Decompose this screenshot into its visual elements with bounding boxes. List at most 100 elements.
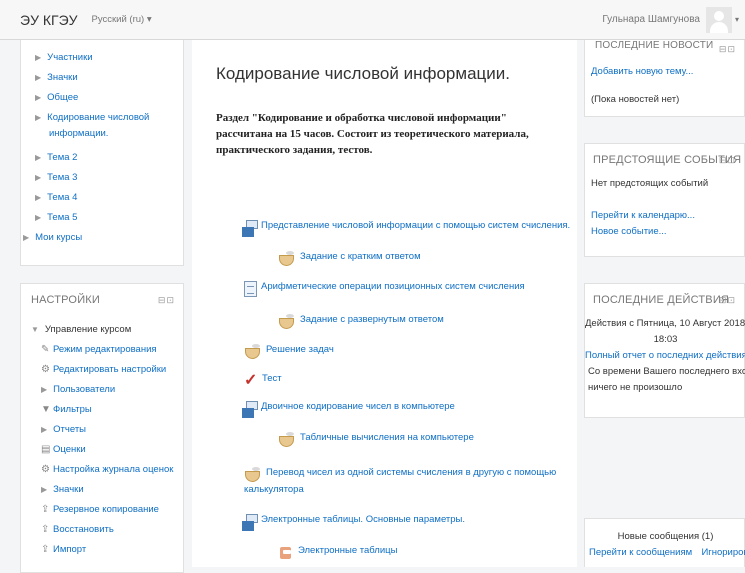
events-empty: Нет предстоящих событий bbox=[591, 178, 709, 189]
settings-edit-mode[interactable]: ✎ Режим редактирования bbox=[41, 344, 157, 355]
arrow-right-icon: ▶ bbox=[41, 425, 48, 434]
dock-icon[interactable]: ⊟⊡ bbox=[719, 155, 736, 166]
add-news-link[interactable]: Добавить новую тему... bbox=[591, 66, 693, 77]
arrow-right-icon: ▶ bbox=[41, 485, 48, 494]
sheet-icon bbox=[278, 545, 294, 561]
arrow-right-icon: ▶ bbox=[35, 73, 42, 82]
dock-icon[interactable]: ⊟⊡ bbox=[158, 295, 175, 306]
lesson-icon bbox=[244, 344, 262, 359]
activity-time: 18:03 bbox=[653, 334, 678, 345]
arrow-right-icon: ▶ bbox=[35, 193, 42, 202]
lesson-icon bbox=[278, 251, 296, 266]
activity-quiz[interactable]: ✓ Тест bbox=[244, 373, 282, 389]
recent-activity-block: ПОСЛЕДНИЕ ДЕЙСТВИЯ ⊟⊡ Действия с Пятница… bbox=[584, 283, 745, 418]
settings-badges[interactable]: ▶ Значки bbox=[41, 484, 84, 495]
lesson-icon bbox=[278, 314, 296, 329]
gear-icon: ⚙ bbox=[41, 364, 50, 375]
activity-lesson[interactable]: Перевод чисел из одной системы счисления… bbox=[244, 467, 556, 482]
settings-manage-course[interactable]: ▼ Управление курсом bbox=[31, 324, 131, 335]
arrow-right-icon: ▶ bbox=[41, 385, 48, 394]
settings-grades[interactable]: ▤ Оценки bbox=[41, 444, 86, 455]
import-icon: ⇪ bbox=[41, 544, 50, 555]
activity-lesson[interactable]: Решение задач bbox=[244, 344, 334, 359]
activity-since-login: Со времени Вашего последнего входа bbox=[588, 366, 745, 377]
nav-item-topic-3[interactable]: ▶ Тема 3 bbox=[35, 172, 77, 183]
arrow-right-icon: ▶ bbox=[23, 233, 30, 242]
goto-messages-link[interactable]: Перейти к сообщениям bbox=[589, 547, 692, 558]
nav-item-badges[interactable]: ▶ Значки bbox=[35, 72, 78, 83]
messages-links: Перейти к сообщениям Игнорировать bbox=[589, 547, 745, 558]
grades-icon: ▤ bbox=[41, 444, 51, 455]
activity-nothing: ничего не произошло bbox=[588, 382, 683, 393]
gear-icon: ⚙ bbox=[41, 464, 50, 475]
page-title: Кодирование числовой информации. bbox=[216, 64, 510, 83]
activity-book[interactable]: Электронные таблицы. Основные параметры. bbox=[242, 514, 465, 531]
settings-edit-settings[interactable]: ⚙ Редактировать настройки bbox=[41, 364, 166, 375]
settings-title: НАСТРОЙКИ bbox=[31, 294, 101, 306]
book-icon bbox=[242, 220, 258, 237]
user-name[interactable]: Гульнара Шамгунова bbox=[602, 14, 700, 25]
book-icon bbox=[242, 514, 258, 531]
language-menu[interactable]: Русский (ru) ▾ bbox=[92, 14, 152, 25]
activity-sheet[interactable]: Электронные таблицы bbox=[278, 545, 397, 561]
activity-lesson-cont[interactable]: калькулятора bbox=[244, 484, 304, 495]
full-report-link[interactable]: Полный отчет о последних действиях bbox=[585, 350, 745, 361]
quiz-check-icon: ✓ bbox=[244, 372, 258, 389]
calendar-link[interactable]: Перейти к календарю... bbox=[591, 210, 695, 221]
navigation-block: ▶ Участники ▶ Значки ▶ Общее ▶ Кодирование ч… bbox=[20, 40, 184, 266]
activity-book[interactable]: Представление числовой информации с помо… bbox=[242, 220, 570, 237]
arrow-down-icon: ▼ bbox=[31, 325, 39, 334]
activity-lesson[interactable]: Задание с развернутым ответом bbox=[278, 314, 444, 329]
settings-filters[interactable]: ▼ Фильтры bbox=[41, 404, 92, 415]
book-icon bbox=[242, 401, 258, 418]
events-block: ПРЕДСТОЯЩИЕ СОБЫТИЯ ⊟⊡ Нет предстоящих с… bbox=[584, 143, 745, 257]
news-empty: (Пока новостей нет) bbox=[591, 94, 680, 105]
ignore-messages-link[interactable]: Игнорировать bbox=[701, 547, 745, 558]
dock-icon[interactable]: ⊟⊡ bbox=[719, 295, 736, 306]
user-menu[interactable]: Гульнара Шамгунова ▾ bbox=[602, 6, 739, 33]
filter-icon: ▼ bbox=[41, 404, 51, 415]
activity-lesson[interactable]: Задание с кратким ответом bbox=[278, 251, 421, 266]
arrow-right-icon: ▶ bbox=[35, 173, 42, 182]
backup-icon: ⇪ bbox=[41, 504, 50, 515]
nav-item-topic-1[interactable]: ▶ Кодирование числовой bbox=[35, 112, 149, 123]
settings-gradebook[interactable]: ⚙ Настройка журнала оценок bbox=[41, 464, 173, 475]
arrow-right-icon: ▶ bbox=[35, 153, 42, 162]
nav-item-topic-4[interactable]: ▶ Тема 4 bbox=[35, 192, 77, 203]
settings-users[interactable]: ▶ Пользователи bbox=[41, 384, 115, 395]
new-event-link[interactable]: Новое событие... bbox=[591, 226, 667, 237]
activity-book[interactable]: Двоичное кодирование чисел в компьютере bbox=[242, 401, 455, 418]
settings-reports[interactable]: ▶ Отчеты bbox=[41, 424, 86, 435]
recent-activity-title: ПОСЛЕДНИЕ ДЕЙСТВИЯ bbox=[593, 294, 730, 306]
activity-page[interactable]: Арифметические операции позиционных сист… bbox=[244, 281, 525, 297]
nav-item-my-courses[interactable]: ▶ Мои курсы bbox=[23, 232, 82, 243]
nav-item-topic-5[interactable]: ▶ Тема 5 bbox=[35, 212, 77, 223]
messages-block: Новые сообщения (1) Перейти к сообщениям… bbox=[584, 518, 745, 567]
dock-icon[interactable]: ⊟⊡ bbox=[719, 44, 736, 55]
arrow-right-icon: ▶ bbox=[35, 213, 42, 222]
lesson-icon bbox=[244, 467, 262, 482]
nav-item-participants[interactable]: ▶ Участники bbox=[35, 52, 93, 63]
arrow-right-icon: ▶ bbox=[35, 93, 42, 102]
page-icon bbox=[244, 281, 257, 297]
nav-item-topic-2[interactable]: ▶ Тема 2 bbox=[35, 152, 77, 163]
settings-restore[interactable]: ⇪ Восстановить bbox=[41, 524, 114, 535]
user-menu-caret-icon[interactable]: ▾ bbox=[735, 15, 739, 24]
news-block: ПОСЛЕДНИЕ НОВОСТИ ⊟⊡ Добавить новую тему… bbox=[584, 40, 745, 117]
news-title: ПОСЛЕДНИЕ НОВОСТИ bbox=[595, 40, 714, 51]
arrow-right-icon: ▶ bbox=[35, 53, 42, 62]
user-avatar-icon[interactable] bbox=[705, 6, 732, 33]
activity-since: Действия с Пятница, 10 Август 2018, bbox=[585, 318, 745, 329]
settings-import[interactable]: ⇪ Импорт bbox=[41, 544, 86, 555]
nav-item-general[interactable]: ▶ Общее bbox=[35, 92, 78, 103]
arrow-right-icon: ▶ bbox=[35, 113, 42, 122]
main-content: Кодирование числовой информации. Раздел … bbox=[192, 40, 577, 567]
restore-icon: ⇪ bbox=[41, 524, 50, 535]
site-brand[interactable]: ЭУ КГЭУ bbox=[20, 12, 78, 28]
settings-backup[interactable]: ⇪ Резервное копирование bbox=[41, 504, 159, 515]
lesson-icon bbox=[278, 432, 296, 447]
nav-item-topic-1-cont[interactable]: информации. bbox=[49, 128, 108, 139]
pencil-icon: ✎ bbox=[41, 344, 50, 355]
activity-lesson[interactable]: Табличные вычисления на компьютере bbox=[278, 432, 474, 447]
settings-block: НАСТРОЙКИ ⊟⊡ ▼ Управление курсом ✎ Режим р… bbox=[20, 283, 184, 573]
